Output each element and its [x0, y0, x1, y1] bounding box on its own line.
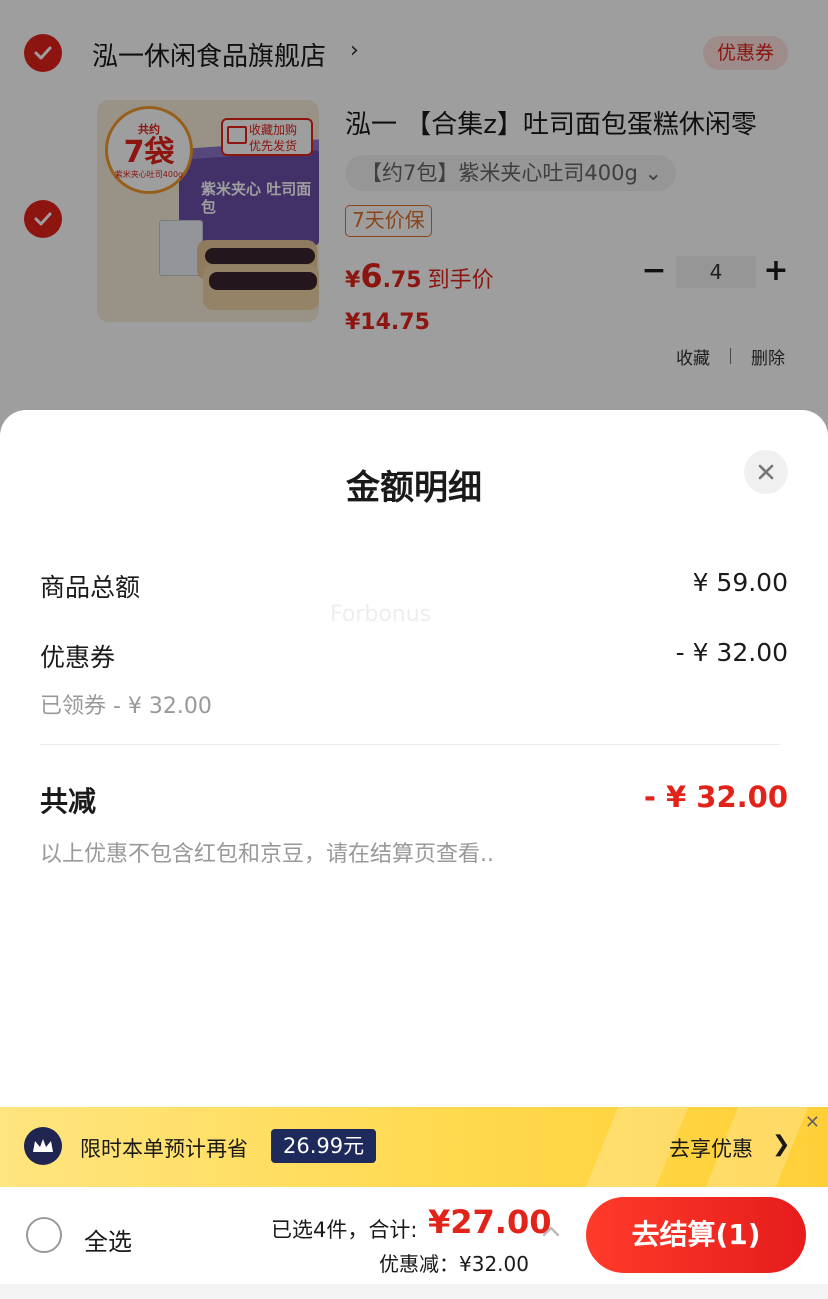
select-all-radio[interactable] — [26, 1217, 62, 1253]
discount-footnote: 以上优惠不包含红包和京豆，请在结算页查看.. — [40, 842, 494, 867]
selected-count: 已选4件，合计: — [271, 1218, 418, 1242]
goods-total-label: 商品总额 — [40, 573, 141, 602]
promo-close-icon[interactable]: ✕ — [805, 1112, 820, 1133]
chevron-right-icon[interactable]: ❯ — [772, 1132, 790, 1157]
promo-banner[interactable]: 限时本单预计再省 26.99元 去享优惠 ❯ ✕ — [0, 1107, 828, 1187]
home-indicator-area — [0, 1284, 828, 1299]
select-all-label[interactable]: 全选 — [84, 1222, 132, 1257]
close-icon — [758, 464, 774, 480]
save-amount-badge: 26.99元 — [271, 1129, 377, 1163]
total-price: ¥27.00 — [428, 1203, 552, 1241]
watermark: Forbonus — [330, 602, 432, 627]
chevron-up-icon[interactable] — [540, 1221, 562, 1243]
coupon-claimed-note: 已领券 - ¥ 32.00 — [40, 694, 212, 719]
crown-icon — [24, 1127, 62, 1165]
checkout-bar: 全选 已选4件，合计: ¥27.00 优惠减：¥32.00 去结算(1) — [0, 1187, 828, 1299]
close-button[interactable] — [744, 450, 788, 494]
divider — [40, 744, 780, 745]
sheet-title: 金额明细 — [346, 468, 482, 508]
goods-total-value: ¥ 59.00 — [692, 568, 788, 597]
coupon-label: 优惠券 — [40, 643, 116, 672]
total-discount-value: - ¥ 32.00 — [643, 780, 788, 814]
promo-text: 限时本单预计再省 — [80, 1137, 248, 1161]
checkout-button[interactable]: 去结算(1) — [586, 1197, 806, 1273]
promo-cta-link[interactable]: 去享优惠 — [669, 1133, 753, 1163]
total-discount-label: 共减 — [40, 785, 97, 818]
discount-summary: 优惠减：¥32.00 — [379, 1252, 529, 1276]
coupon-value: - ¥ 32.00 — [675, 638, 788, 667]
